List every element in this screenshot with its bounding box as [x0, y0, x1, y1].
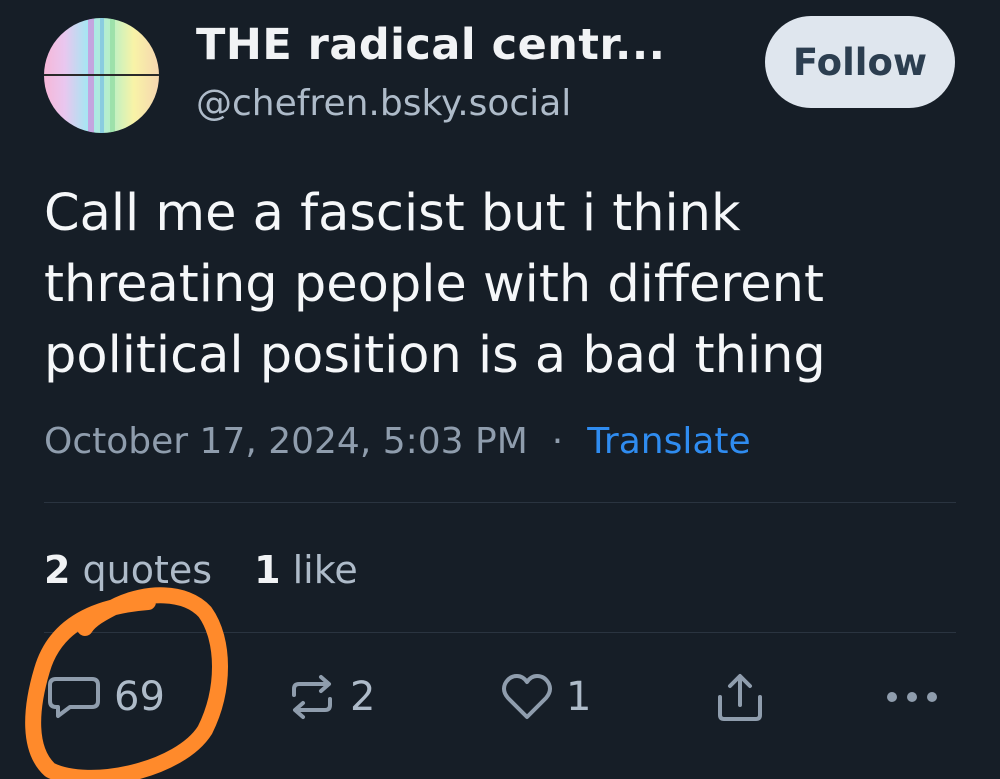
translate-link[interactable]: Translate — [587, 421, 750, 462]
follow-button[interactable]: Follow — [765, 16, 955, 108]
quotes-label: quotes — [82, 548, 213, 592]
post-text: Call me a fascist but i think threating … — [44, 178, 944, 391]
more-options-button[interactable] — [884, 672, 940, 722]
divider — [44, 632, 956, 633]
repost-icon — [292, 675, 332, 719]
heart-icon — [502, 674, 552, 719]
avatar[interactable] — [44, 18, 159, 133]
post-meta: October 17, 2024, 5:03 PM · Translate — [44, 421, 751, 462]
repost-count: 2 — [350, 674, 376, 720]
post-timestamp[interactable]: October 17, 2024, 5:03 PM — [44, 421, 528, 462]
divider — [44, 502, 956, 503]
avatar-image — [44, 18, 159, 133]
meta-separator: · — [551, 421, 564, 462]
post-text-line: political position is a bad thing — [44, 326, 826, 385]
like-button[interactable]: 1 — [500, 672, 591, 722]
repost-button[interactable]: 2 — [286, 672, 375, 722]
likes-label: like — [292, 548, 358, 592]
quotes-count: 2 — [44, 548, 71, 592]
reply-count: 69 — [114, 674, 165, 720]
quotes-stat[interactable]: 2 quotes — [44, 548, 212, 592]
more-icon — [887, 692, 937, 702]
like-count: 1 — [566, 674, 592, 720]
author-display-name[interactable]: THE radical centr... — [196, 20, 666, 70]
engagement-stats: 2 quotes 1 like — [44, 548, 358, 592]
post-text-line: Call me a fascist but i think — [44, 184, 741, 243]
reply-icon — [48, 677, 100, 718]
likes-stat[interactable]: 1 like — [254, 548, 358, 592]
share-button[interactable] — [714, 672, 766, 722]
author-handle[interactable]: @chefren.bsky.social — [196, 83, 571, 124]
likes-count: 1 — [254, 548, 281, 592]
post-text-line: threating people with different — [44, 255, 824, 314]
share-icon — [718, 674, 762, 721]
reply-button[interactable]: 69 — [46, 672, 165, 722]
